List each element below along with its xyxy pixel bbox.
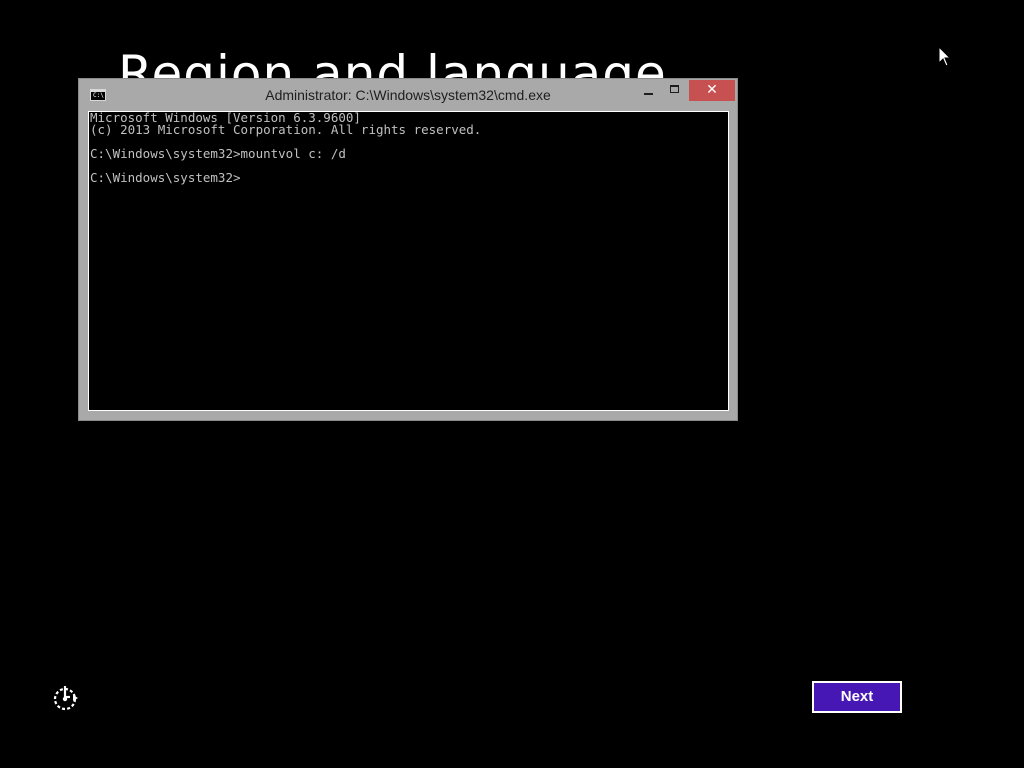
console-line: C:\Windows\system32>mountvol c: /d	[90, 146, 346, 161]
close-button[interactable]: ✕	[689, 80, 735, 101]
minimize-button[interactable]	[636, 81, 662, 101]
mouse-pointer-icon	[938, 46, 952, 67]
console-output[interactable]: Microsoft Windows [Version 6.3.9600] (c)…	[88, 111, 729, 411]
console-line: (c) 2013 Microsoft Corporation. All righ…	[90, 122, 482, 137]
minimize-icon	[644, 93, 653, 95]
console-lines: Microsoft Windows [Version 6.3.9600] (c)…	[90, 112, 481, 184]
cmd-window[interactable]: C:\ Administrator: C:\Windows\system32\c…	[78, 78, 738, 421]
maximize-button[interactable]	[662, 81, 688, 101]
console-prompt[interactable]: C:\Windows\system32>	[90, 171, 481, 184]
maximize-icon	[670, 85, 679, 93]
next-button[interactable]: Next	[812, 681, 902, 713]
window-titlebar[interactable]: C:\ Administrator: C:\Windows\system32\c…	[79, 79, 737, 110]
close-icon: ✕	[706, 82, 718, 98]
setup-screen: Region and language C:\ Administrator: C…	[0, 0, 1024, 768]
ease-of-access-icon[interactable]	[52, 684, 80, 712]
